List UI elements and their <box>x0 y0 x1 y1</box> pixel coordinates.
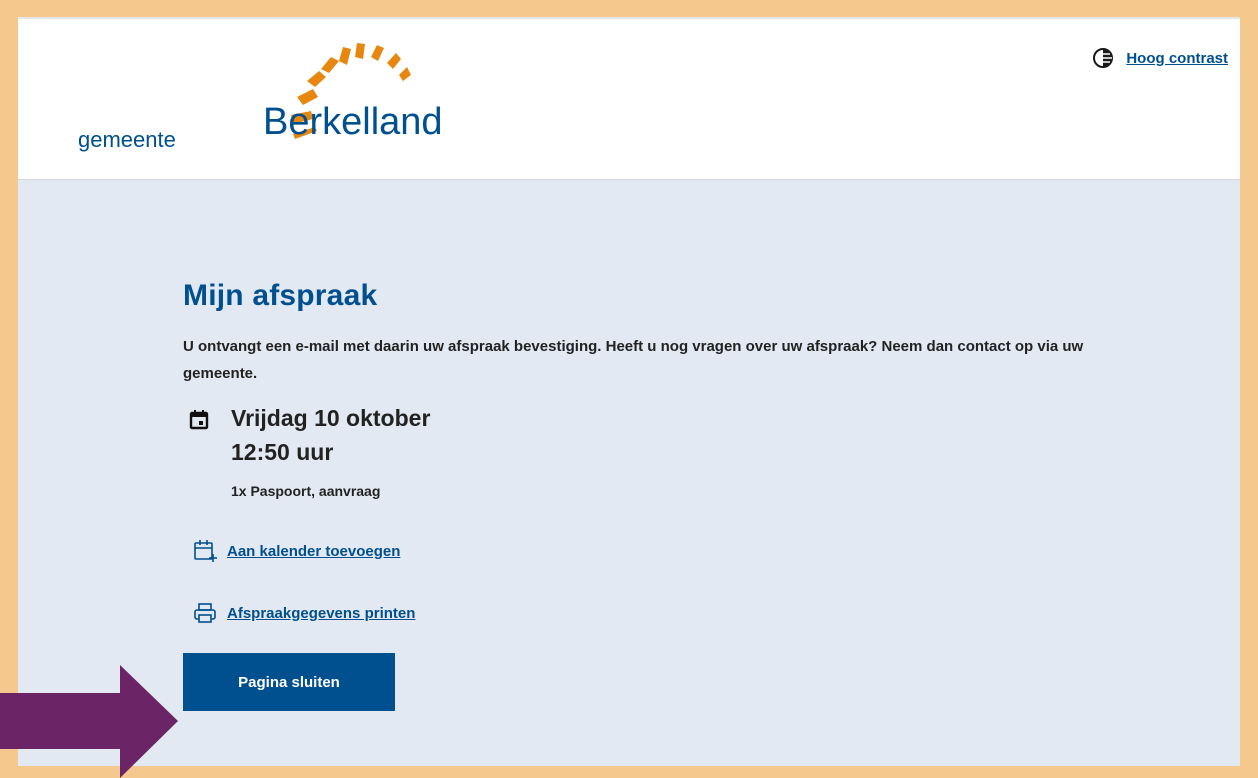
contrast-icon <box>1093 48 1114 68</box>
appointment-content: Mijn afspraak U ontvangt een e-mail met … <box>183 279 1103 711</box>
logo-word-berkelland: Berkelland <box>263 101 443 143</box>
page-title: Mijn afspraak <box>183 279 378 312</box>
site-header: gemeente Berkelland Hoog contrast <box>18 17 1240 180</box>
intro-text: U ontvangt een e-mail met daarin uw afsp… <box>183 338 1084 382</box>
add-to-calendar-link[interactable]: Aan kalender toevoegen <box>227 543 400 560</box>
add-to-calendar-action[interactable]: Aan kalender toevoegen <box>193 539 1103 563</box>
appointment-time: 12:50 uur <box>231 439 334 465</box>
high-contrast-link[interactable]: Hoog contrast <box>1126 50 1228 67</box>
appointment-datetime: Vrijdag 10 oktober 12:50 uur <box>183 405 1103 467</box>
print-details-action[interactable]: Afspraakgegevens printen <box>193 601 1103 625</box>
annotation-arrow <box>0 665 178 778</box>
calendar-icon <box>189 410 209 430</box>
appointment-date: Vrijdag 10 oktober <box>231 405 431 431</box>
calendar-add-icon <box>194 540 217 562</box>
appointment-product: 1x Paspoort, aanvraag <box>231 483 381 499</box>
close-page-button[interactable]: Pagina sluiten <box>183 653 395 711</box>
page-frame: gemeente Berkelland Hoog contrast Mijn a… <box>18 17 1240 766</box>
printer-icon <box>194 603 216 623</box>
logo[interactable]: gemeente Berkelland <box>73 41 493 152</box>
high-contrast-toggle[interactable]: Hoog contrast <box>1092 47 1228 69</box>
logo-word-gemeente: gemeente <box>78 127 176 152</box>
print-details-link[interactable]: Afspraakgegevens printen <box>227 605 415 622</box>
